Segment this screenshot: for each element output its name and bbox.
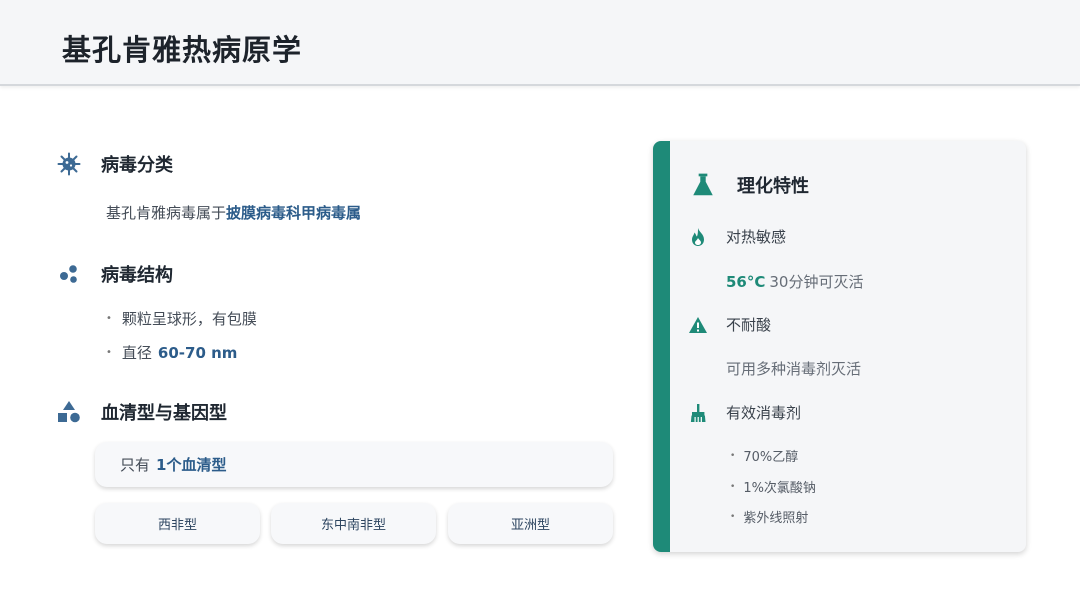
flask-icon [690,172,716,198]
warning-icon [688,315,708,335]
property-disinfectant: 有效消毒剂 [688,402,801,423]
broom-icon [688,403,708,423]
shapes-icon [57,400,81,424]
acid-detail: 可用多种消毒剂灭活 [726,360,862,378]
heat-temperature: 56°C [726,273,766,291]
heat-detail: 56°C 30分钟可灭活 [726,273,864,291]
page-title: 基孔肯雅热病原学 [62,33,303,67]
section-heading: 血清型与基因型 [101,403,227,424]
diameter-value: 60-70 nm [157,343,238,362]
section-serotype: 血清型与基因型 [57,399,227,425]
serotype-box: 只有 1个血清型 [95,442,613,487]
property-heat: 对热敏感 [688,226,786,247]
genotype-chip: 东中南非型 [271,503,436,544]
disinfectant-item: • 70%乙醇 [730,450,799,465]
section-heading: 病毒分类 [101,155,173,176]
card-title: 理化特性 [690,172,809,198]
genotype-chip: 西非型 [95,503,260,544]
serotype-highlight: 1个血清型 [156,456,227,474]
header-bar: 基孔肯雅热病原学 [0,0,1080,86]
properties-card [653,141,1026,552]
classification-highlight: 披膜病毒科甲病毒属 [226,204,362,222]
disinfectant-item: • 紫外线照射 [730,511,809,526]
fire-icon [688,227,708,247]
virus-icon [57,152,81,176]
classification-text: 基孔肯雅病毒属于披膜病毒科甲病毒属 [106,204,362,222]
section-heading: 病毒结构 [101,265,173,286]
section-classification: 病毒分类 [57,151,173,177]
list-item: • 直径 60-70 nm [106,343,238,363]
disinfectant-item: • 1%次氯酸钠 [730,481,816,496]
section-structure: 病毒结构 [57,261,173,287]
property-acid: 不耐酸 [688,314,771,335]
list-item: • 颗粒呈球形，有包膜 [106,310,257,328]
genotype-chip: 亚洲型 [448,503,613,544]
molecule-icon [57,262,81,286]
